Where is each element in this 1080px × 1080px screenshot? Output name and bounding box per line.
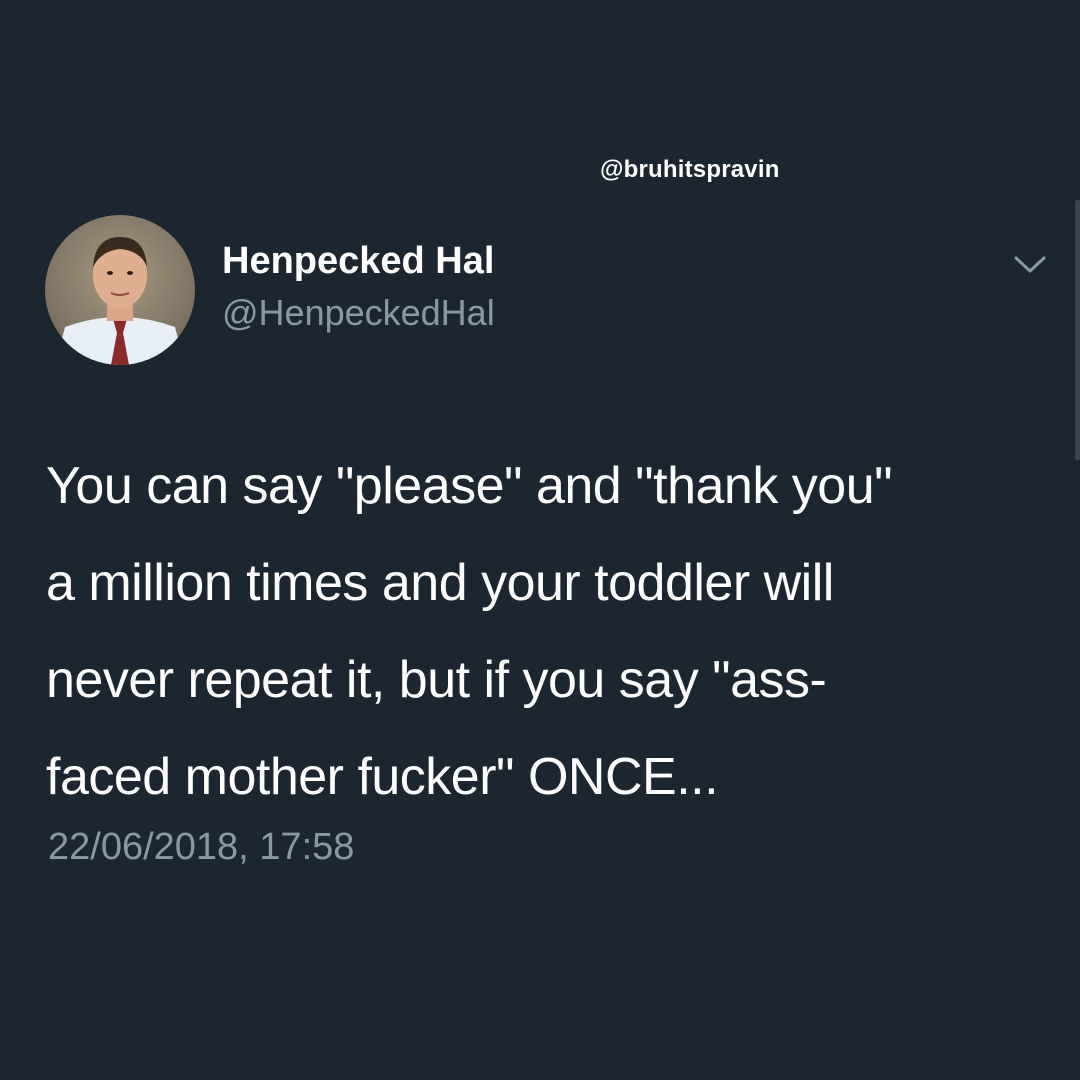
timestamp[interactable]: 22/06/2018, 17:58 xyxy=(48,826,354,869)
avatar[interactable] xyxy=(45,215,195,365)
tweet-text-line: You can say "please" and "thank you" xyxy=(46,457,893,515)
watermark-handle: @bruhitspravin xyxy=(600,156,780,183)
display-name[interactable]: Henpecked Hal xyxy=(222,240,494,283)
tweet-text-line: faced mother fucker" ONCE... xyxy=(46,748,719,806)
chevron-down-icon[interactable] xyxy=(1012,252,1048,276)
tweet-text-line: never repeat it, but if you say "ass- xyxy=(46,651,827,709)
scrollbar[interactable] xyxy=(1075,200,1080,460)
tweet-text: You can say "please" and "thank you" a m… xyxy=(46,438,1036,826)
user-handle[interactable]: @HenpeckedHal xyxy=(222,292,495,334)
tweet-text-line: a million times and your toddler will xyxy=(46,554,834,612)
